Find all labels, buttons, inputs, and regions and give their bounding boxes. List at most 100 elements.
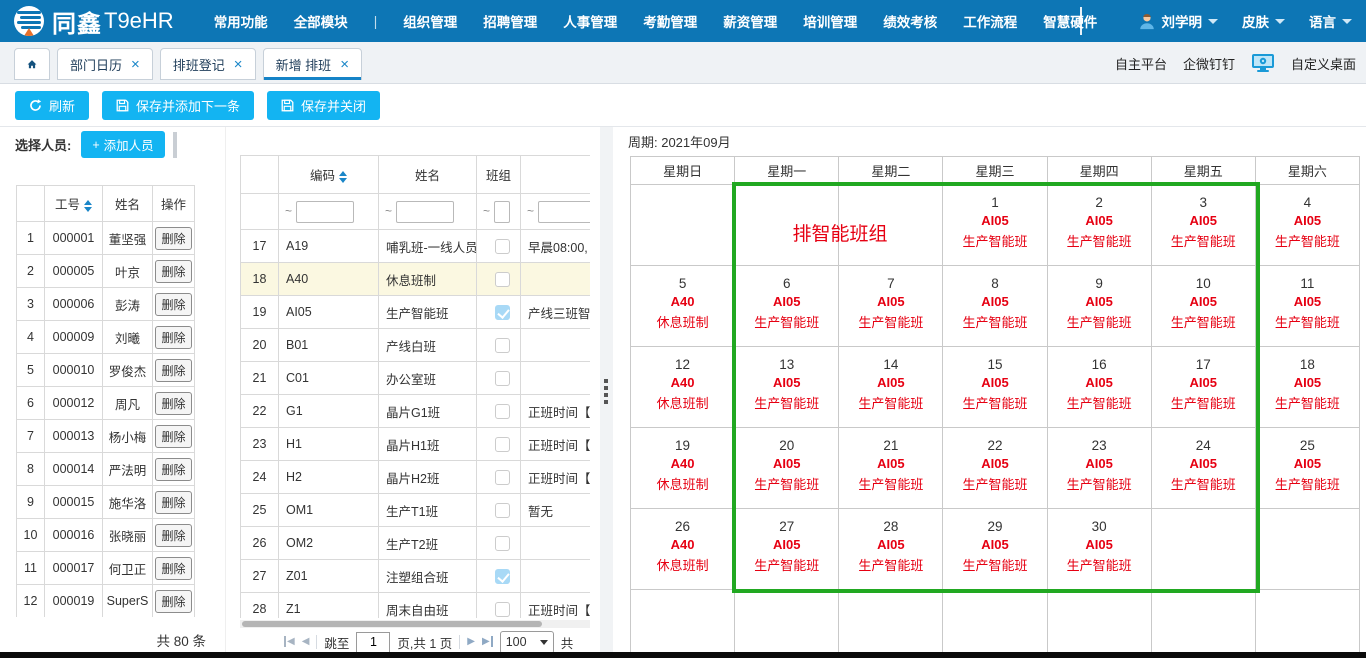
top-menu-item[interactable]: 培训管理 — [803, 11, 857, 31]
group-checkbox[interactable] — [495, 338, 510, 353]
top-menu-item[interactable]: 组织管理 — [403, 11, 457, 31]
calendar-cell[interactable] — [1151, 590, 1255, 653]
top-menu-item[interactable]: 薪资管理 — [723, 11, 777, 31]
top-menu-item[interactable]: 绩效考核 — [883, 11, 937, 31]
sort-icon[interactable] — [84, 200, 92, 212]
group-checkbox[interactable] — [495, 602, 510, 617]
calendar-cell[interactable]: 6AI05生产智能班 — [735, 266, 839, 347]
delete-button[interactable]: 删除 — [155, 425, 191, 448]
tabbar-link[interactable]: 企微钉钉 — [1183, 54, 1235, 73]
save-and-next-button[interactable]: 保存并添加下一条 — [102, 91, 254, 120]
calendar-cell[interactable] — [1047, 590, 1151, 653]
user-menu[interactable]: 刘学明 — [1138, 11, 1219, 31]
person-col-id[interactable]: 工号 — [45, 186, 103, 222]
calendar-cell[interactable] — [943, 590, 1047, 653]
calendar-cell[interactable]: 20AI05生产智能班 — [735, 428, 839, 509]
calendar-cell[interactable]: 25AI05生产智能班 — [1255, 428, 1359, 509]
calendar-cell[interactable]: 22AI05生产智能班 — [943, 428, 1047, 509]
calendar-cell[interactable]: 26A40休息班制 — [631, 509, 735, 590]
calendar-cell[interactable]: 14AI05生产智能班 — [839, 347, 943, 428]
shift-col-code[interactable]: 编码 — [279, 156, 379, 194]
group-checkbox[interactable] — [495, 272, 510, 287]
calendar-cell[interactable]: 29AI05生产智能班 — [943, 509, 1047, 590]
calendar-cell[interactable]: 12A40休息班制 — [631, 347, 735, 428]
tab-home[interactable] — [14, 48, 50, 80]
delete-button[interactable]: 删除 — [155, 524, 191, 547]
delete-button[interactable]: 删除 — [155, 326, 191, 349]
delete-button[interactable]: 删除 — [155, 590, 191, 613]
calendar-cell[interactable]: 18AI05生产智能班 — [1255, 347, 1359, 428]
group-checkbox[interactable] — [495, 305, 510, 320]
calendar-cell[interactable] — [631, 590, 735, 653]
delete-button[interactable]: 删除 — [155, 491, 191, 514]
group-checkbox[interactable] — [495, 404, 510, 419]
group-checkbox[interactable] — [495, 536, 510, 551]
delete-button[interactable]: 删除 — [155, 392, 191, 415]
group-filter-input[interactable] — [494, 201, 510, 223]
calendar-cell[interactable]: 11AI05生产智能班 — [1255, 266, 1359, 347]
sort-icon[interactable] — [339, 171, 347, 183]
calendar-cell[interactable]: 17AI05生产智能班 — [1151, 347, 1255, 428]
skin-menu[interactable]: 皮肤 — [1242, 11, 1285, 31]
group-checkbox[interactable] — [495, 470, 510, 485]
delete-button[interactable]: 删除 — [155, 458, 191, 481]
delete-button[interactable]: 删除 — [155, 260, 191, 283]
pager-prev-icon[interactable]: ◀ — [302, 637, 310, 647]
splitter-handle-icon[interactable] — [604, 379, 608, 404]
calendar-cell[interactable] — [735, 185, 839, 266]
page-number-input[interactable] — [356, 632, 390, 653]
desc-filter-input[interactable] — [538, 201, 590, 223]
tab-item[interactable]: 排班登记× — [160, 48, 256, 80]
pager-last-icon[interactable]: ▶ — [482, 637, 493, 647]
calendar-cell[interactable]: 9AI05生产智能班 — [1047, 266, 1151, 347]
calendar-cell[interactable]: 23AI05生产智能班 — [1047, 428, 1151, 509]
name-filter-input[interactable] — [396, 201, 454, 223]
tab-item[interactable]: 部门日历× — [57, 48, 153, 80]
group-checkbox[interactable] — [495, 437, 510, 452]
group-checkbox[interactable] — [495, 569, 510, 584]
calendar-cell[interactable] — [1151, 509, 1255, 590]
calendar-cell[interactable] — [1255, 590, 1359, 653]
calendar-cell[interactable]: 7AI05生产智能班 — [839, 266, 943, 347]
calendar-cell[interactable]: 2AI05生产智能班 — [1047, 185, 1151, 266]
calendar-cell[interactable]: 3AI05生产智能班 — [1151, 185, 1255, 266]
pager-next-icon[interactable]: ▶ — [467, 637, 475, 647]
top-menu-item[interactable]: 全部模块 — [294, 11, 348, 31]
save-and-close-button[interactable]: 保存并关闭 — [267, 91, 380, 120]
refresh-button[interactable]: 刷新 — [15, 91, 89, 120]
calendar-cell[interactable]: 1AI05生产智能班 — [943, 185, 1047, 266]
group-checkbox[interactable] — [495, 239, 510, 254]
top-menu-item[interactable]: 考勤管理 — [643, 11, 697, 31]
calendar-cell[interactable]: 21AI05生产智能班 — [839, 428, 943, 509]
tab-close-icon[interactable]: × — [340, 57, 349, 72]
delete-button[interactable]: 删除 — [155, 293, 191, 316]
calendar-cell[interactable]: 5A40休息班制 — [631, 266, 735, 347]
group-checkbox[interactable] — [495, 371, 510, 386]
calendar-cell[interactable]: 28AI05生产智能班 — [839, 509, 943, 590]
tabbar-link[interactable]: 自主平台 — [1115, 54, 1167, 73]
tab-close-icon[interactable]: × — [131, 57, 140, 72]
calendar-cell[interactable]: 15AI05生产智能班 — [943, 347, 1047, 428]
calendar-cell[interactable]: 10AI05生产智能班 — [1151, 266, 1255, 347]
calendar-cell[interactable]: 19A40休息班制 — [631, 428, 735, 509]
group-checkbox[interactable] — [495, 503, 510, 518]
calendar-cell[interactable]: 8AI05生产智能班 — [943, 266, 1047, 347]
panel-grip[interactable] — [173, 132, 177, 158]
delete-button[interactable]: 删除 — [155, 557, 191, 580]
delete-button[interactable]: 删除 — [155, 359, 191, 382]
pager-first-icon[interactable]: ◀ — [284, 637, 295, 647]
tabbar-link[interactable]: 自定义桌面 — [1291, 54, 1356, 73]
calendar-cell[interactable] — [735, 590, 839, 653]
calendar-cell[interactable]: 4AI05生产智能班 — [1255, 185, 1359, 266]
top-menu-item[interactable]: 招聘管理 — [483, 11, 537, 31]
top-menu-item[interactable]: 工作流程 — [963, 11, 1017, 31]
calendar-cell[interactable] — [839, 185, 943, 266]
top-menu-item[interactable]: 常用功能 — [214, 11, 268, 31]
top-menu-item[interactable]: 人事管理 — [563, 11, 617, 31]
horizontal-scrollbar[interactable] — [240, 620, 590, 628]
scrollbar-thumb[interactable] — [242, 621, 542, 627]
calendar-cell[interactable]: 27AI05生产智能班 — [735, 509, 839, 590]
calendar-cell[interactable]: 16AI05生产智能班 — [1047, 347, 1151, 428]
calendar-cell[interactable] — [631, 185, 735, 266]
calendar-cell[interactable]: 24AI05生产智能班 — [1151, 428, 1255, 509]
